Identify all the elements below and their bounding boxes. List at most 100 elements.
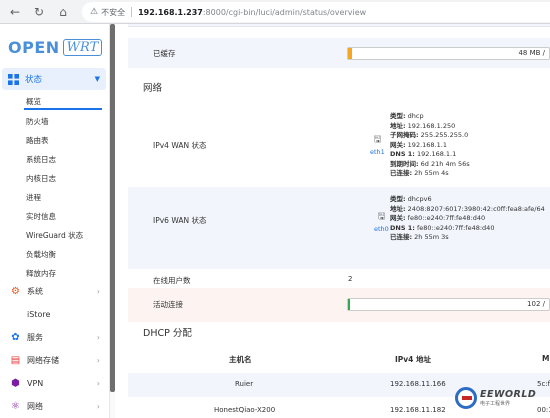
wan-info-value: 192.168.1.1 [414, 150, 457, 158]
reload-icon[interactable]: ↻ [30, 3, 48, 21]
submenu-realtime[interactable]: 实时信息 [26, 211, 56, 222]
network-section-title: 网络 [143, 83, 163, 94]
ipv6-wan-row: IPv6 WAN 状态 🖫 eth0 类型: dhcpv6 地址: 2408:82… [128, 187, 550, 269]
network-icon: ⚛ [11, 401, 20, 412]
url-path: :8000/cgi-bin/luci/admin/status/overview [202, 7, 367, 17]
sidebar-item-storage[interactable]: ▤ 网络存储 › [10, 355, 102, 366]
wan-info-key: 类型: [390, 112, 406, 120]
security-status: 不安全 [101, 7, 126, 17]
wan-info-value: 192.168.1.250 [405, 121, 456, 130]
sidebar: OPEN WRT 状态 ▼ 概览 防火墙 路由表 系统日志 内核日志 进程 实时… [0, 24, 110, 418]
openwrt-logo[interactable]: OPEN WRT [8, 36, 103, 58]
active-connections-label: 活动连接 [153, 300, 183, 309]
chevron-down-icon: ▼ [94, 75, 100, 83]
wan-info-value: 6d 21h 4m 56s [418, 159, 470, 168]
wan-info-line: DNS 1: fe80::e240:7ff:fe48:d40 [390, 224, 545, 234]
iface-name: eth0 [374, 225, 389, 233]
submenu-free-memory[interactable]: 释放内存 [26, 268, 56, 279]
cached-progress-fill [348, 48, 353, 59]
connections-value: 102 / [527, 300, 545, 308]
divider [131, 7, 133, 17]
wan-info-line: 到期时间: 6d 21h 4m 56s [390, 160, 470, 170]
back-icon[interactable]: ← [6, 3, 24, 21]
wan-info-key: 已连接: [390, 233, 413, 241]
wan-info-line: 地址: 192.168.1.250 [390, 122, 470, 132]
address-bar[interactable]: ⚠ 不安全 192.168.1.237:8000/cgi-bin/luci/ad… [82, 2, 550, 22]
submenu-processes[interactable]: 进程 [26, 192, 41, 203]
sidebar-item-services[interactable]: ✿ 服务 › [10, 332, 102, 343]
chevron-right-icon: › [96, 379, 100, 388]
ipv4-cell: 192.168.11.166 [390, 380, 446, 388]
submenu-firewall[interactable]: 防火墙 [26, 116, 49, 127]
sidebar-scrollbar-thumb[interactable] [110, 24, 115, 392]
submenu-syslog[interactable]: 系统日志 [26, 154, 56, 165]
sidebar-item-label: 状态 [25, 75, 43, 85]
wan-info-value: 192.168.1.1 [405, 140, 447, 149]
mac-cell: 00:1 [537, 406, 550, 414]
chevron-right-icon: › [96, 356, 100, 365]
wan-info-value: 2408:8207:6017:3980:42:c0ff:fea8:afe/64 [405, 204, 545, 213]
ipv4-cell: 192.168.11.182 [390, 406, 446, 414]
eeworld-logo-icon [455, 387, 477, 409]
hostname-cell: Ruier [235, 380, 254, 388]
ipv6-wan-iface[interactable]: 🖫 eth0 [374, 209, 389, 233]
sidebar-item-istore[interactable]: iStore [10, 309, 102, 320]
wan-info-line: 类型: dhcp [390, 112, 470, 122]
sidebar-item-network[interactable]: ⚛ 网络 › [10, 401, 102, 412]
submenu-wireguard[interactable]: WireGuard 状态 [26, 230, 83, 241]
sidebar-item-status[interactable]: 状态 ▼ [2, 68, 106, 90]
sidebar-item-label: iStore [27, 310, 51, 319]
ipv6-wan-label: IPv6 WAN 状态 [153, 216, 207, 225]
sidebar-item-label: 网络 [27, 402, 43, 411]
logo-text-wrt: WRT [62, 38, 103, 56]
ipv4-wan-iface[interactable]: 🖫 eth1 [370, 132, 385, 156]
browser-toolbar: ← ↻ ⌂ ⚠ 不安全 192.168.1.237:8000/cgi-bin/l… [0, 0, 550, 24]
cached-progress-bar: 48 MB / [347, 47, 550, 60]
wan-info-value: dhcp [405, 112, 424, 120]
wan-info-line: DNS 1: 192.168.1.1 [390, 150, 470, 160]
submenu-overview[interactable]: 概览 [26, 96, 41, 107]
wan-info-key: 地址: [390, 204, 406, 213]
dhcp-section-title: DHCP 分配 [143, 328, 192, 339]
cached-label: 已缓存 [153, 49, 176, 58]
sidebar-item-label: VPN [27, 379, 44, 388]
eeworld-watermark: EEWORLD 电子工程世界 [455, 387, 536, 409]
watermark-en: EEWORLD [480, 389, 537, 400]
sidebar-item-label: 网络存储 [27, 356, 59, 365]
watermark-cn: 电子工程世界 [480, 401, 511, 407]
wan-info-value: fe80::e240:7ff:fe48:d40 [414, 223, 495, 232]
chevron-right-icon: › [96, 333, 100, 342]
submenu-routes[interactable]: 路由表 [26, 135, 49, 146]
gear-icon: ⚙ [11, 286, 20, 297]
active-connections-row: 活动连接 102 / [128, 288, 550, 322]
services-icon: ✿ [11, 332, 20, 343]
online-users-label: 在线用户数 [153, 276, 191, 285]
wan-info-key: DNS 1: [390, 150, 415, 158]
sidebar-item-system[interactable]: ⚙ 系统 › [10, 286, 102, 297]
wan-info-key: 到期时间: [390, 159, 419, 168]
home-icon[interactable]: ⌂ [54, 3, 72, 21]
sidebar-item-label: 系统 [27, 287, 43, 296]
wan-info-value: 255.255.255.0 [418, 131, 469, 139]
wan-info-line: 类型: dhcpv6 [390, 195, 545, 205]
wan-info-key: 已连接: [390, 169, 413, 177]
url-host: 192.168.1.237 [138, 7, 203, 17]
mac-cell: 5c:f9 [537, 380, 550, 388]
wan-info-line: 子网掩码: 255.255.255.0 [390, 131, 470, 141]
cached-value: 48 MB / [518, 49, 545, 57]
wan-info-line: 已连接: 2h 55m 4s [390, 169, 470, 179]
wan-info-value: 2h 55m 4s [412, 169, 449, 177]
watermark-text: EEWORLD 电子工程世界 [480, 389, 536, 407]
hostname-cell: HonestQiao-X200 [214, 406, 276, 414]
submenu-load-balance[interactable]: 负载均衡 [26, 249, 56, 260]
sidebar-item-label: 服务 [27, 333, 43, 342]
wan-info-key: 网关: [390, 140, 406, 149]
memory-cached-row: 已缓存 48 MB / [128, 38, 550, 68]
chevron-right-icon: › [96, 287, 100, 296]
status-grid-icon [8, 73, 19, 85]
submenu-kernel-log[interactable]: 内核日志 [26, 173, 56, 184]
ethernet-port-icon: 🖫 [377, 212, 386, 222]
sidebar-item-vpn[interactable]: ⬢ VPN › [10, 378, 102, 389]
wan-info-key: 地址: [390, 121, 406, 130]
chevron-right-icon: › [96, 402, 100, 411]
